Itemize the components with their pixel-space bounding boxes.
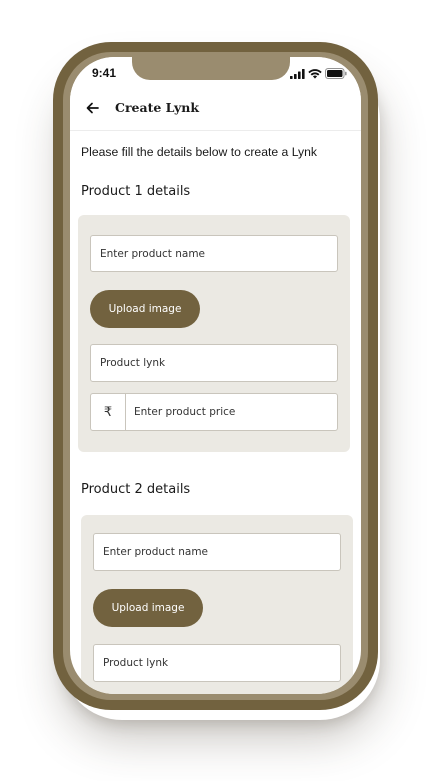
product-1-upload-button[interactable]: Upload image: [90, 290, 200, 328]
back-button[interactable]: [81, 97, 103, 119]
product-1-lynk-input[interactable]: Product lynk: [90, 344, 338, 382]
product-2-upload-button[interactable]: Upload image: [93, 589, 203, 627]
battery-icon: [325, 68, 347, 79]
product-1-card: Enter product name Upload image Product …: [78, 215, 350, 452]
stage: 9:41 Create Lynk Please fill the details…: [0, 0, 437, 781]
form-content: Please fill the details below to create …: [70, 131, 361, 694]
product-1-name-placeholder: Enter product name: [100, 247, 206, 260]
signal-icon: [290, 68, 305, 79]
intro-text: Please fill the details below to create …: [81, 145, 317, 159]
rupee-icon: ₹: [91, 394, 126, 430]
product-2-lynk-placeholder: Product lynk: [103, 657, 169, 669]
phone-notch: [132, 57, 290, 80]
product-1-price-placeholder: Enter product price: [134, 406, 236, 418]
wifi-icon: [308, 68, 322, 79]
phone-frame: 9:41 Create Lynk Please fill the details…: [53, 42, 378, 710]
product-2-name-placeholder: Enter product name: [103, 546, 209, 558]
app-header: Create Lynk: [70, 89, 361, 131]
product-2-name-input[interactable]: Enter product name: [93, 533, 341, 571]
product-1-price-input[interactable]: ₹ Enter product price: [90, 393, 338, 431]
product-1-name-input[interactable]: Enter product name: [90, 235, 338, 272]
product-1-title: Product 1 details: [81, 184, 191, 199]
product-2-title: Product 2 details: [81, 482, 191, 497]
phone-screen: 9:41 Create Lynk Please fill the details…: [70, 57, 361, 694]
product-2-card: Enter product name Upload image Product …: [81, 515, 353, 694]
status-time: 9:41: [92, 66, 117, 80]
product-1-lynk-placeholder: Product lynk: [100, 357, 166, 369]
page-title: Create Lynk: [115, 100, 200, 115]
arrow-left-icon: [86, 102, 99, 114]
product-2-lynk-input[interactable]: Product lynk: [93, 644, 341, 682]
status-icons: [290, 68, 347, 79]
